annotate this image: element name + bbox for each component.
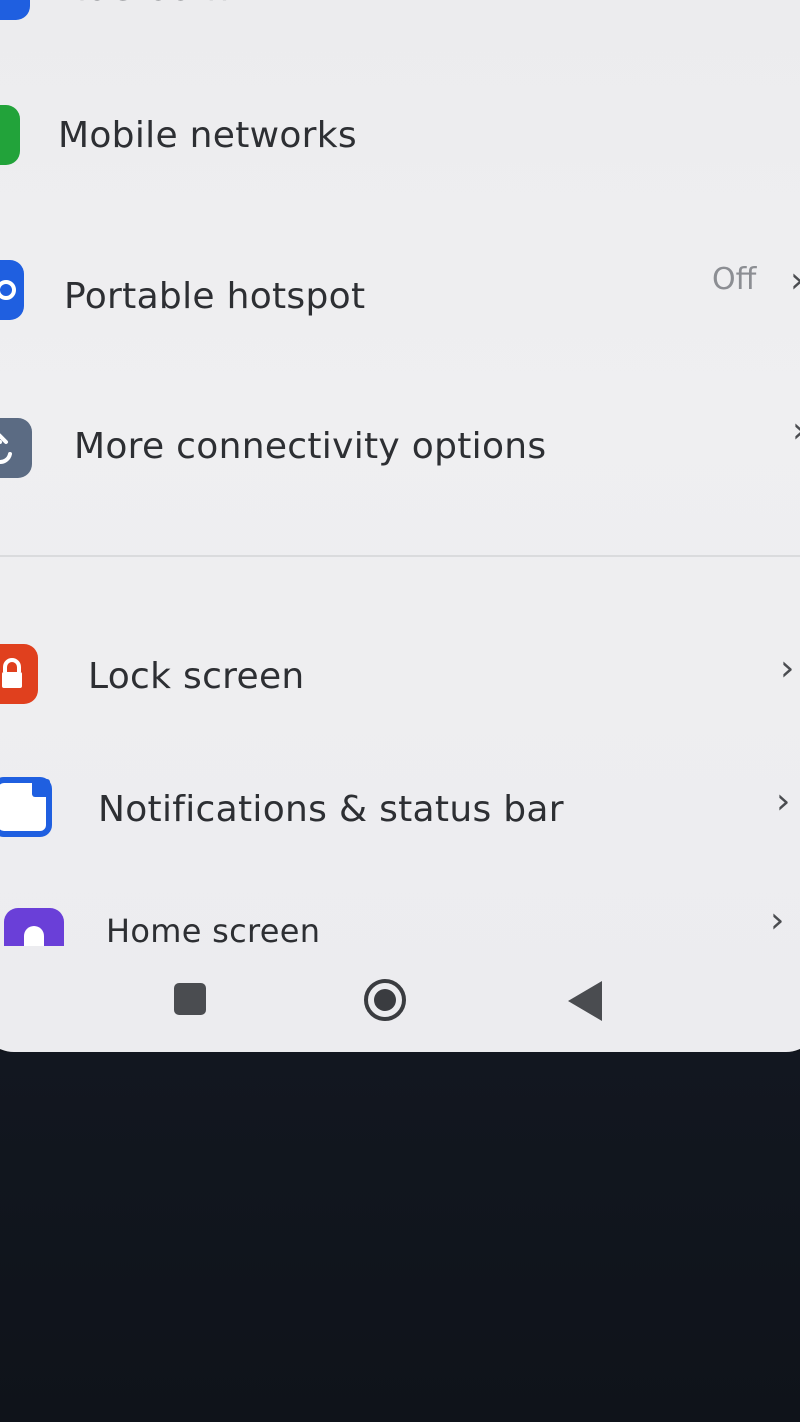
settings-item-bluetooth[interactable]: Bluetooth <box>0 0 800 70</box>
section-divider <box>0 555 800 557</box>
settings-item-label: Lock screen <box>88 656 305 697</box>
settings-screen: Bluetooth Mobile networks Portable hotsp… <box>0 0 800 1052</box>
recents-square-icon[interactable] <box>174 983 206 1015</box>
lock-icon <box>0 644 38 704</box>
home-circle-icon[interactable] <box>362 977 408 1023</box>
settings-item-label: More connectivity options <box>74 426 547 467</box>
settings-item-label: Home screen <box>106 912 321 946</box>
chevron-right-icon: › <box>790 260 800 301</box>
chevron-right-icon: › <box>780 648 795 689</box>
settings-item-more-connectivity[interactable]: More connectivity options › <box>0 400 800 510</box>
hotspot-glyph <box>0 280 16 300</box>
settings-item-lock-screen[interactable]: Lock screen › <box>0 640 800 750</box>
settings-item-mobile-networks[interactable]: Mobile networks <box>0 95 800 205</box>
settings-item-portable-hotspot[interactable]: Portable hotspot Off › <box>0 250 800 360</box>
settings-item-home-screen[interactable]: Home screen › <box>0 902 800 946</box>
settings-item-notifications[interactable]: Notifications & status bar › <box>0 775 800 885</box>
connectivity-icon <box>0 418 32 478</box>
notification-dot-icon <box>32 779 50 797</box>
home-screen-icon <box>4 908 64 946</box>
settings-item-label: Bluetooth <box>52 0 229 9</box>
settings-item-label: Portable hotspot <box>64 276 366 317</box>
chevron-right-icon: › <box>776 781 791 822</box>
hotspot-status-value: Off <box>712 262 757 297</box>
chevron-right-icon: › <box>770 902 785 941</box>
home-screen-glyph <box>24 926 44 946</box>
chevron-right-icon: › <box>792 410 800 451</box>
back-triangle-icon[interactable] <box>566 979 606 1023</box>
settings-item-label: Mobile networks <box>58 115 357 156</box>
back-triangle-glyph <box>568 981 602 1021</box>
dark-background <box>0 1052 800 1422</box>
hotspot-icon <box>0 260 24 320</box>
notifications-icon <box>0 777 52 837</box>
bluetooth-icon <box>0 0 30 20</box>
lock-glyph <box>2 658 22 688</box>
home-circle-glyph <box>364 979 406 1021</box>
connectivity-glyph <box>0 433 12 464</box>
mobile-networks-icon <box>0 105 20 165</box>
settings-item-label: Notifications & status bar <box>98 789 564 830</box>
navigation-bar <box>0 955 800 1035</box>
